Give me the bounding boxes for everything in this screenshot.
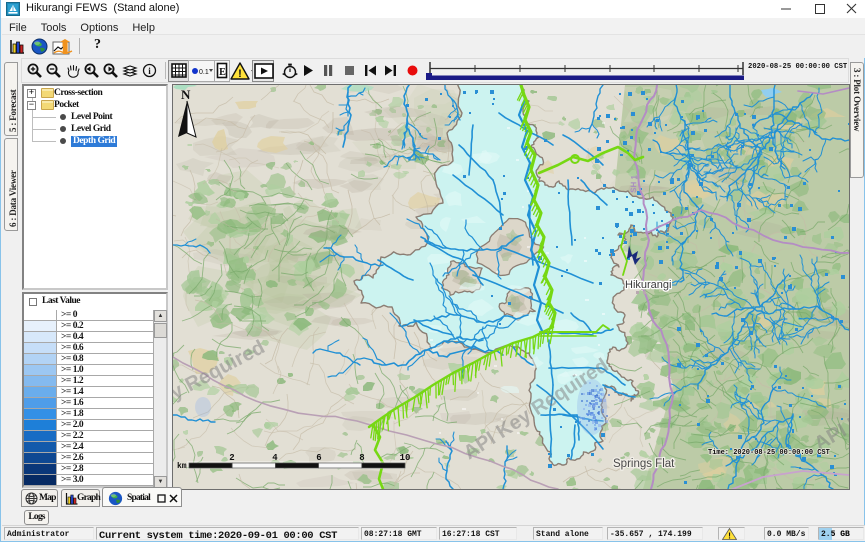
svg-text:6: 6 (316, 453, 321, 463)
svg-text:N: N (181, 87, 191, 102)
svg-text:E: E (219, 67, 226, 78)
svg-text:4: 4 (272, 453, 278, 463)
svg-text:0.1: 0.1 (199, 69, 209, 76)
svg-text:km: km (177, 462, 187, 471)
svg-text:10: 10 (400, 453, 411, 463)
svg-text:Time: 2020-08-25 00:00:00 CST: Time: 2020-08-25 00:00:00 CST (708, 449, 830, 457)
svg-text:SH 1: SH 1 (629, 174, 639, 193)
svg-text:Hikurangi: Hikurangi (625, 279, 671, 291)
svg-text:!: ! (728, 531, 731, 541)
svg-text:2: 2 (229, 453, 234, 463)
svg-text:8: 8 (359, 453, 364, 463)
svg-text:!: ! (238, 68, 242, 80)
svg-text:Springs Flat: Springs Flat (613, 458, 675, 470)
svg-text:i: i (148, 66, 151, 76)
